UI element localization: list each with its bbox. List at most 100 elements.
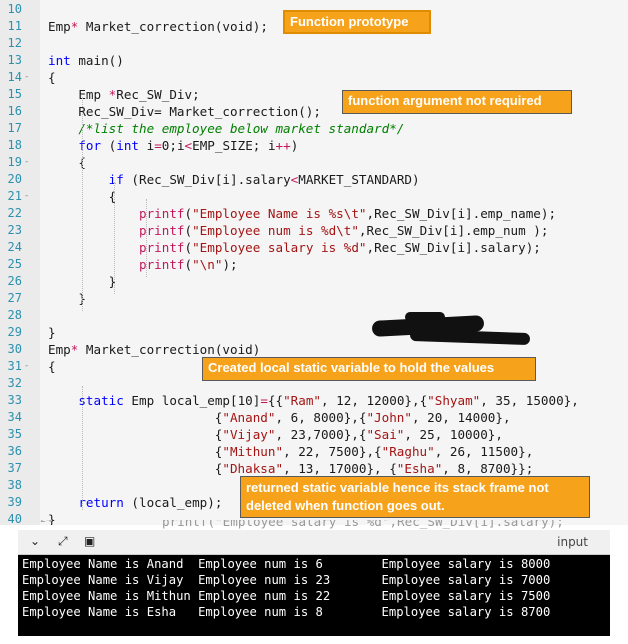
code-token: );	[222, 257, 238, 272]
code-token: (local_emp);	[123, 495, 223, 510]
overlapped-code-text: printf("Employee salary is %d",Rec_SW_Di…	[162, 520, 564, 529]
code-line: printf("Employee Name is %s\t",Rec_SW_Di…	[48, 205, 556, 222]
code-line: if (Rec_SW_Div[i].salary<MARKET_STANDARD…	[48, 171, 420, 188]
line-number: 21	[7, 189, 22, 203]
code-token: Rec_SW_Div= Market_correction();	[48, 104, 321, 119]
line-number: 15	[7, 87, 22, 101]
fold-toggle-icon[interactable]: -	[24, 188, 29, 205]
line-number: 25	[7, 257, 22, 271]
code-token: "Employee Name is %s\t"	[192, 206, 367, 221]
line-number: 40	[7, 512, 22, 525]
console-line: Employee Name is Vijay Employee num is 2…	[22, 573, 551, 587]
code-token: main()	[70, 53, 124, 68]
output-console[interactable]: ⌄ ⤢ ▣ input Employee Name is Anand Emplo…	[18, 530, 610, 636]
console-toolbar: ⌄ ⤢ ▣ input	[18, 530, 610, 555]
code-line: {	[48, 358, 56, 375]
console-line: Employee Name is Esha Employee num is 8 …	[22, 605, 551, 619]
code-token: , 12, 12000},{	[321, 393, 428, 408]
code-token: ,Rec_SW_Div[i].salary);	[366, 240, 541, 255]
code-token: , 13, 17000}, {	[283, 461, 397, 476]
code-token: , 8, 8700}};	[442, 461, 534, 476]
code-token: , 22, 7500},{	[283, 444, 382, 459]
console-line: Employee Name is Anand Employee num is 6…	[22, 557, 551, 571]
code-token: EMP_SIZE; i	[192, 138, 276, 153]
code-token: {{	[267, 393, 284, 408]
line-number: 12	[7, 36, 22, 50]
console-input-label: input	[557, 535, 588, 549]
code-token: ++	[275, 138, 291, 153]
line-number: 18	[7, 138, 22, 152]
code-token: ,Rec_SW_Div[i].emp_num );	[358, 223, 549, 238]
code-line: }	[48, 324, 56, 341]
code-token: (	[184, 223, 193, 238]
code-token: Market_correction(void);	[78, 19, 268, 34]
note-returned-static-line2: deleted when function goes out.	[246, 498, 445, 513]
code-token: "Sai"	[366, 427, 405, 442]
line-number: 30	[7, 342, 22, 356]
code-token: "Mithun"	[222, 444, 284, 459]
line-number: 19	[7, 155, 22, 169]
line-number: 23	[7, 223, 22, 237]
line-number: 11	[7, 19, 22, 33]
overlapped-line-number: 24	[40, 520, 52, 525]
code-token: "Esha"	[396, 461, 443, 476]
code-token: =	[154, 138, 162, 153]
redaction-scribble	[409, 328, 531, 346]
code-token: , 6, 8000},{	[275, 410, 367, 425]
indent-guide	[82, 386, 83, 510]
code-token: =	[260, 393, 268, 408]
code-token: "\n"	[192, 257, 223, 272]
code-line: {"Anand", 6, 8000},{"John", 20, 14000},	[48, 409, 511, 426]
line-number: 39	[7, 495, 22, 509]
chevron-down-icon[interactable]: ⌄	[30, 534, 40, 548]
code-token: (	[184, 206, 193, 221]
fold-toggle-icon[interactable]: -	[24, 358, 29, 375]
copy-icon[interactable]: ▣	[84, 534, 95, 548]
line-number: 20	[7, 172, 22, 186]
code-line: {	[48, 154, 86, 171]
code-token: (Rec_SW_Div[i].salary	[123, 172, 291, 187]
code-token: {	[48, 70, 56, 85]
code-token: "Ram"	[283, 393, 322, 408]
code-editor[interactable]: 10 11 Emp* Market_correction(void); 12 13 int…	[0, 0, 628, 525]
code-token: , 25, 10000},	[404, 427, 503, 442]
line-number: 16	[7, 104, 22, 118]
code-token: /*list the employee below market standar…	[48, 121, 405, 136]
code-token: Market_correction(void)	[78, 342, 261, 357]
code-token: (	[184, 240, 193, 255]
code-token: "Dhaksa"	[222, 461, 284, 476]
fold-toggle-icon[interactable]: -	[24, 69, 29, 86]
line-number: 14	[7, 70, 22, 84]
code-line: return (local_emp);	[48, 494, 222, 511]
code-token: "Employee num is %d\t"	[192, 223, 359, 238]
code-line: static Emp local_emp[10]={{"Ram", 12, 12…	[48, 392, 578, 409]
code-line: for (int i=0;i<EMP_SIZE; i++)	[48, 137, 298, 154]
code-token: Emp	[48, 87, 109, 102]
code-token: "Shyam"	[427, 393, 481, 408]
expand-icon[interactable]: ⤢	[58, 534, 68, 549]
code-line: printf("\n");	[48, 256, 238, 273]
note-argument-not-required: function argument not required	[342, 90, 572, 114]
note-static-variable: Created local static variable to hold th…	[202, 357, 536, 381]
code-token: if	[108, 172, 124, 187]
code-line: {"Dhaksa", 13, 17000}, {"Esha", 8, 8700}…	[48, 460, 534, 477]
indent-guide	[146, 199, 147, 277]
code-token: <	[184, 138, 193, 153]
code-token: "Raghu"	[381, 444, 435, 459]
code-token: , 20, 14000},	[411, 410, 511, 425]
line-number: 38	[7, 478, 22, 492]
line-number: 31	[7, 359, 22, 373]
code-token: Emp	[48, 342, 71, 357]
line-number: 13	[7, 53, 22, 67]
fold-toggle-icon[interactable]: -	[24, 154, 29, 171]
line-number: 22	[7, 206, 22, 220]
note-function-prototype: Function prototype	[283, 10, 431, 34]
code-token: {	[48, 444, 223, 459]
line-number: 35	[7, 427, 22, 441]
code-token: "John"	[366, 410, 412, 425]
